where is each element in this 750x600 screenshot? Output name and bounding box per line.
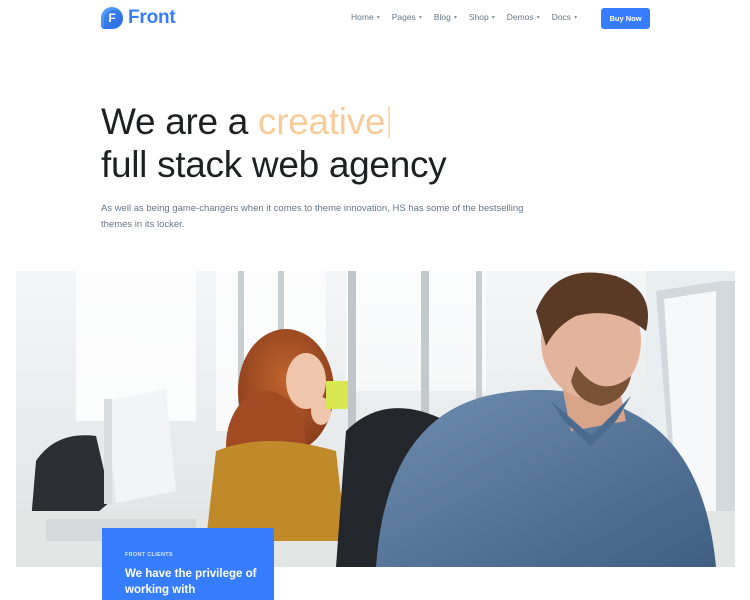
office-workers-photo-icon <box>16 271 735 567</box>
brand-name: Front <box>128 7 176 28</box>
chevron-down-icon: ▾ <box>536 14 540 21</box>
nav-item-shop[interactable]: Shop ▾ <box>469 12 495 22</box>
nav-item-home[interactable]: Home ▾ <box>351 12 380 22</box>
chevron-down-icon: ▾ <box>376 14 380 21</box>
chevron-down-icon: ▾ <box>574 14 578 21</box>
clients-card: FRONT CLIENTS We have the privilege of w… <box>102 528 274 600</box>
chevron-down-icon: ▾ <box>418 14 422 21</box>
clients-kicker: FRONT CLIENTS <box>125 552 173 558</box>
hero-title-line2: full stack web agency <box>101 144 447 185</box>
nav-item-demos[interactable]: Demos ▾ <box>507 12 540 22</box>
hero-description: As well as being game-changers when it c… <box>101 203 524 230</box>
hero-title-prefix: We are a <box>101 101 259 142</box>
nav-item-label: Pages <box>391 12 416 22</box>
site-header: F Front Home ▾ Pages ▾ Blog ▾ Shop ▾ Dem… <box>0 0 750 38</box>
nav-item-blog[interactable]: Blog ▾ <box>434 12 457 22</box>
nav-item-label: Demos <box>506 12 534 22</box>
hero-title: We are a creative full stack web agency <box>101 100 447 186</box>
buy-now-button[interactable]: Buy Now <box>601 8 650 29</box>
front-logo-icon: F <box>101 7 123 29</box>
nav-item-label: Shop <box>468 12 489 22</box>
brand-logo[interactable]: F Front <box>101 7 176 29</box>
nav-item-pages[interactable]: Pages ▾ <box>392 12 422 22</box>
nav-item-label: Docs <box>551 12 572 22</box>
hero-title-accent: creative <box>258 101 386 142</box>
nav-item-label: Home <box>351 12 374 22</box>
hero-image <box>16 271 735 567</box>
clients-heading: We have the privilege of working with <box>125 568 257 596</box>
chevron-down-icon: ▾ <box>453 14 457 21</box>
nav-item-docs[interactable]: Docs ▾ <box>552 12 577 22</box>
nav-item-label: Blog <box>433 12 451 22</box>
typing-cursor <box>388 106 391 138</box>
chevron-down-icon: ▾ <box>491 14 495 21</box>
main-nav: Home ▾ Pages ▾ Blog ▾ Shop ▾ Demos ▾ Doc… <box>351 12 589 22</box>
